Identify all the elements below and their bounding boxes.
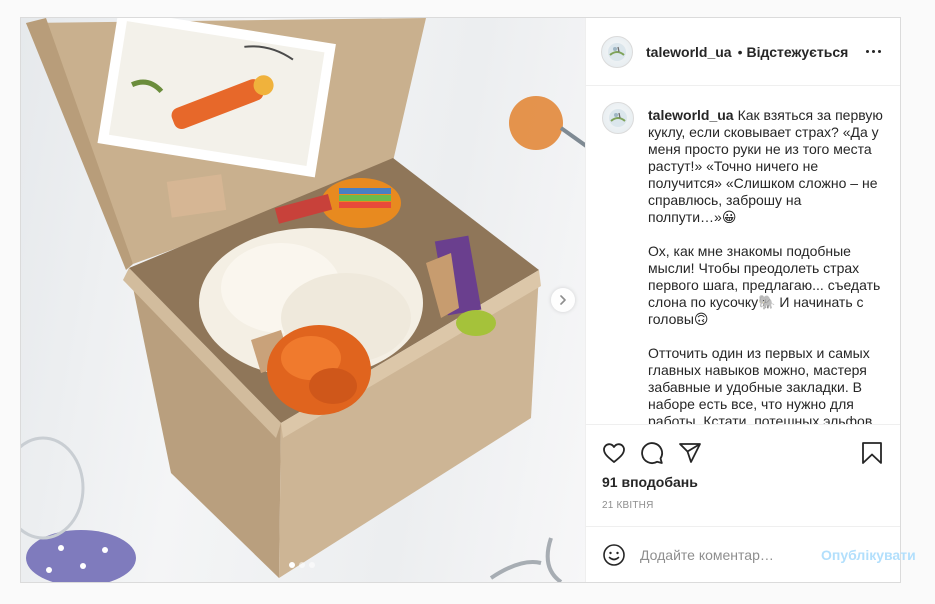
bookmark-icon[interactable]: [860, 441, 884, 465]
post-comment-button[interactable]: Опублікувати: [821, 547, 916, 563]
more-options-icon[interactable]: [862, 46, 885, 57]
post-header: taleworld_ua • Відстежується: [586, 18, 900, 86]
next-slide-button[interactable]: [551, 288, 575, 312]
caption-username[interactable]: taleworld_ua: [648, 107, 734, 123]
carousel-dot: [289, 562, 295, 568]
caption-avatar[interactable]: [602, 102, 634, 134]
action-icons-row: [602, 433, 884, 473]
heart-icon[interactable]: [602, 441, 626, 465]
following-button[interactable]: Відстежується: [747, 44, 849, 60]
post-photo: [21, 18, 585, 582]
comment-icon[interactable]: [640, 441, 664, 465]
likes-count[interactable]: 91 вподобань: [602, 474, 884, 490]
post-author-username[interactable]: taleworld_ua: [646, 44, 732, 60]
comment-input[interactable]: [640, 546, 821, 563]
globe-logo-icon: [609, 109, 627, 127]
post-actions: 91 вподобань 21 КВІТНЯ: [586, 424, 900, 526]
carousel-indicator: [289, 562, 315, 568]
carousel-dot: [299, 562, 305, 568]
post-media[interactable]: [21, 18, 585, 582]
post-side-panel: taleworld_ua • Відстежується taleworld_u…: [585, 18, 916, 582]
avatar[interactable]: [601, 35, 633, 68]
caption-text: Как взяться за первую куклу, если сковыв…: [648, 107, 883, 424]
globe-logo-icon: [608, 42, 626, 61]
post-card: taleworld_ua • Відстежується taleworld_u…: [20, 17, 916, 583]
emoji-icon[interactable]: [602, 543, 626, 567]
chevron-right-icon: [560, 295, 566, 305]
comment-form: Опублікувати: [586, 526, 916, 582]
caption-body: taleworld_ua Как взяться за первую куклу,…: [648, 107, 884, 424]
share-icon[interactable]: [678, 441, 702, 465]
post-date[interactable]: 21 КВІТНЯ: [602, 500, 884, 511]
carousel-dot: [309, 562, 315, 568]
post-caption: taleworld_ua Как взяться за первую куклу,…: [586, 86, 900, 424]
header-separator: •: [737, 43, 743, 60]
